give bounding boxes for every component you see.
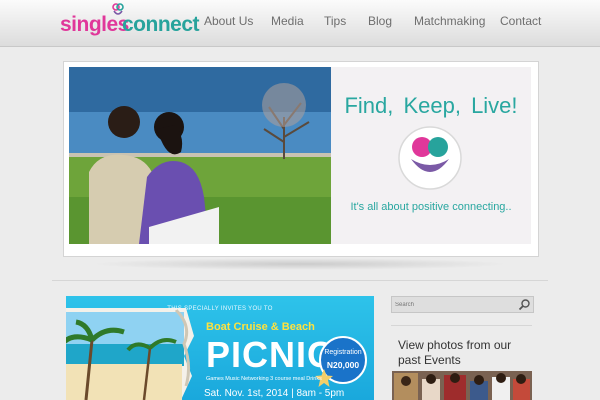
nav-contact[interactable]: Contact (500, 14, 541, 28)
past-events-heading: View photos from our past Events (398, 338, 512, 367)
banner-subline: It's all about positive connecting.. (350, 201, 512, 213)
flyer-activities: Games Music Networking 3 course meal Dri… (206, 376, 322, 382)
logo-word-connect: connect (122, 13, 200, 36)
section-divider (52, 280, 548, 281)
sidebar-divider (391, 325, 532, 326)
event-photos-strip[interactable] (392, 371, 532, 400)
event-photos-image (392, 371, 532, 400)
registration-label: Registration (324, 349, 362, 356)
search-input[interactable] (394, 298, 514, 311)
event-flyer[interactable]: THIS SPECIALLY INVITES YOU TO Boat Cruis… (66, 296, 374, 400)
hero-banner[interactable]: Find, Keep, Live! It's all about positiv… (63, 61, 539, 257)
couple-photo (69, 67, 331, 244)
nav-tips[interactable]: Tips (324, 14, 346, 28)
nav-about-us[interactable]: About Us (204, 14, 253, 28)
site-header: singles connect About Us Media Tips Blog… (0, 0, 600, 47)
nav-media[interactable]: Media (271, 14, 304, 28)
couple-image (69, 67, 331, 244)
nav-blog[interactable]: Blog (368, 14, 392, 28)
banner-tag-panel: Find, Keep, Live! It's all about positiv… (331, 67, 531, 244)
banner-tagline: Find, Keep, Live! (344, 93, 518, 118)
flyer-invite-text: THIS SPECIALLY INVITES YOU TO (167, 306, 273, 312)
hearts-logo-icon (398, 126, 462, 190)
search-box (391, 296, 534, 313)
flyer-date: Sat. Nov. 1st, 2014 | 8am - 5pm (204, 388, 345, 399)
nav-matchmaking[interactable]: Matchmaking (414, 14, 485, 28)
banner-shadow (90, 258, 510, 270)
flyer-title-line1: Boat Cruise & Beach (206, 321, 315, 333)
search-icon[interactable] (518, 298, 531, 311)
